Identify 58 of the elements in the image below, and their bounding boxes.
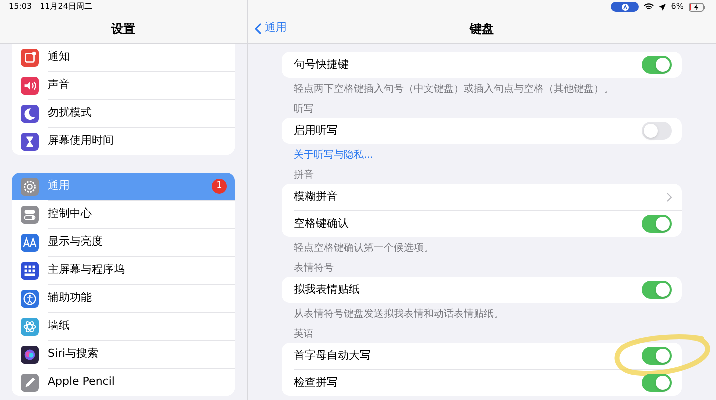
row-label: 句号快捷键: [294, 56, 350, 73]
privacy-link[interactable]: 关于听写与隐私...: [282, 144, 682, 166]
battery-percent: 6%: [671, 1, 684, 13]
time-text: 15:03: [9, 1, 32, 13]
section-header: 表情符号: [293, 262, 335, 276]
sidebar-title: 设置: [112, 20, 136, 38]
section-header: 英语: [293, 328, 315, 342]
toggle-switch[interactable]: [642, 56, 672, 74]
speaker-icon: [21, 76, 39, 94]
battery-charging-icon: [689, 2, 706, 12]
toggle-switch[interactable]: [642, 374, 672, 392]
pencil-icon: [21, 374, 39, 392]
footnote-text: 轻点两下空格键插入句号（中文键盘）或插入句点与空格（其他键盘）。: [293, 82, 615, 96]
toggle-switch[interactable]: [642, 215, 672, 233]
item-label: 屏幕使用时间: [48, 133, 115, 150]
row-label: 启用听写: [294, 122, 339, 139]
footnote-text: 轻点空格键确认第一个候选项。: [293, 242, 435, 256]
hourglass-icon: [21, 132, 39, 150]
chevron-right-icon: [667, 192, 672, 202]
bell-square-icon: [21, 48, 39, 66]
gear-icon: [21, 178, 39, 196]
row-label: 首字母自动大写: [294, 348, 372, 364]
toggle-switch[interactable]: [642, 281, 672, 299]
switches-icon: [21, 206, 39, 224]
item-label: 墙纸: [48, 318, 71, 334]
item-label: Apple Pencil: [48, 374, 116, 390]
date-text: 11月24日周二: [40, 1, 92, 13]
row-label: 检查拼写: [294, 374, 339, 391]
flower-icon: [21, 318, 39, 336]
chevron-left-icon: [255, 22, 262, 34]
item-label: 勿扰模式: [48, 105, 93, 122]
badge-count: 1: [212, 179, 227, 194]
grid-icon: [21, 262, 39, 280]
footnote-text: 从表情符号键盘发送拟我表情和动话表情贴纸。: [293, 308, 505, 322]
location-arrow-icon: [659, 4, 666, 10]
item-label: 声音: [48, 77, 71, 94]
moon-icon: [21, 104, 39, 122]
section-header: 听写: [293, 103, 315, 117]
item-label: 通用: [48, 178, 71, 194]
page-title: 键盘: [470, 20, 494, 38]
orb-icon: [21, 346, 39, 364]
letters-icon: [21, 234, 39, 252]
item-label: 控制中心: [48, 206, 93, 222]
toggle-switch[interactable]: [642, 347, 672, 365]
toggle-switch[interactable]: [642, 122, 672, 140]
item-label: 辅助功能: [48, 290, 93, 306]
back-button[interactable]: 通用: [248, 20, 287, 37]
person-icon: [21, 290, 39, 308]
section-header: 拼音: [293, 168, 315, 183]
item-label: 主屏幕与程序坞: [48, 262, 126, 278]
row-label: 空格键确认: [294, 216, 350, 232]
sidebar-item[interactable]: 通用 1: [12, 173, 235, 200]
item-label: Siri与搜索: [48, 346, 100, 362]
wifi-icon: [644, 3, 654, 11]
row-label: 拟我表情贴纸: [294, 282, 361, 298]
item-label: 显示与亮度: [48, 234, 104, 250]
row-label: 模糊拼音: [294, 188, 339, 205]
item-label: 通知: [48, 49, 71, 66]
